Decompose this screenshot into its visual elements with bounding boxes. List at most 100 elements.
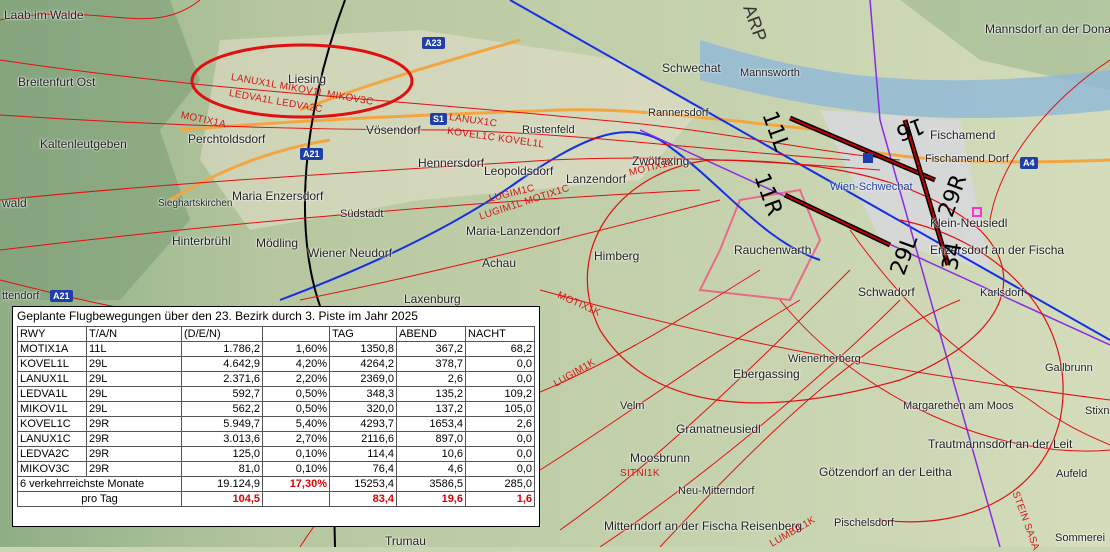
highway-shield-a21-west: A21 — [50, 290, 73, 302]
cell-nacht: 2,6 — [465, 416, 535, 432]
place-neu-mitterndorf: Neu-Mitterndorf — [678, 485, 755, 497]
place-ebergassing: Ebergassing — [733, 367, 800, 381]
place-wien-schwechat: Wien-Schwechat — [830, 181, 913, 193]
cell-tag: 76,4 — [329, 461, 397, 477]
cell-runway: 29R — [86, 461, 182, 477]
place-breitenfurt: Breitenfurt Ost — [18, 75, 96, 89]
place-suedstadt: Südstadt — [340, 208, 384, 220]
highway-shield-a4: A4 — [1020, 157, 1038, 169]
cell-den: 592,7 — [181, 386, 263, 402]
perday-label: pro Tag — [17, 491, 182, 507]
highway-shield-s1: S1 — [430, 113, 448, 125]
cell-nacht: 0,0 — [465, 431, 535, 447]
route-label-sitni1k: SITNI1K — [620, 468, 660, 479]
table-row: LEDVA2C 29R 125,0 0,10% 114,4 10,6 0,0 — [17, 446, 535, 462]
cell-abend: 137,2 — [396, 401, 466, 417]
cell-abend: 4,6 — [396, 461, 466, 477]
place-goetzendorf: Götzendorf an der Leitha — [819, 465, 952, 479]
place-sieghartskirchen: Sieghartskirchen — [158, 198, 233, 209]
cell-tag: 2369,0 — [329, 371, 397, 387]
cell-pct: 2,70% — [262, 431, 330, 447]
cell-route: LEDVA2C — [17, 446, 87, 462]
cell-den: 1.786,2 — [181, 341, 263, 357]
cell-pct: 0,10% — [262, 446, 330, 462]
place-laab: Laab im Walde — [4, 8, 84, 22]
perday-nacht: 1,6 — [465, 491, 535, 507]
place-moosbrunn: Moosbrunn — [630, 451, 691, 465]
place-ttendorf: ttendorf — [2, 290, 40, 302]
place-velm: Velm — [620, 400, 645, 412]
place-himberg: Himberg — [594, 249, 640, 263]
header-rwy: RWY — [17, 326, 87, 342]
table-row: LANUX1L 29L 2.371,6 2,20% 2369,0 2,6 0,0 — [17, 371, 535, 387]
perday-den: 104,5 — [181, 491, 263, 507]
place-klein-neusiedl: Klein-Neusiedl — [930, 216, 1008, 230]
cell-route: MIKOV3C — [17, 461, 87, 477]
cell-nacht: 105,0 — [465, 401, 535, 417]
cell-pct: 1,60% — [262, 341, 330, 357]
perday-abend: 19,6 — [396, 491, 466, 507]
cell-route: LANUX1C — [17, 431, 87, 447]
table-row: MOTIX1A 11L 1.786,2 1,60% 1350,8 367,2 68,2 — [17, 341, 535, 357]
place-lanzendorf: Lanzendorf — [566, 172, 627, 186]
place-mannswoerth: Mannswörth — [740, 67, 800, 79]
cell-nacht: 0,0 — [465, 461, 535, 477]
place-schwadorf: Schwadorf — [858, 285, 915, 299]
flight-movements-table: RWY T/A/N (D/E/N) TAG ABEND NACHT MOTIX1… — [17, 326, 535, 507]
place-moedling: Mödling — [256, 236, 299, 250]
place-wiener-neudorf: Wiener Neudorf — [308, 246, 393, 260]
place-fischamend-dorf: Fischamend Dorf — [925, 153, 1009, 165]
place-maria-enzersdorf: Maria Enzersdorf — [232, 189, 324, 203]
cell-route: KOVEL1C — [17, 416, 87, 432]
cell-nacht: 0,0 — [465, 371, 535, 387]
place-mannsdorf: Mannsdorf an der Donau — [985, 22, 1110, 36]
cell-nacht: 68,2 — [465, 341, 535, 357]
airport-marker — [863, 153, 873, 163]
summary-label: 6 verkehrreichste Monate — [17, 476, 182, 492]
place-gallbrunn: Gallbrunn — [1045, 362, 1093, 374]
cell-den: 5.949,7 — [181, 416, 263, 432]
summary-nacht: 285,0 — [465, 476, 535, 492]
perday-tag: 83,4 — [329, 491, 397, 507]
place-rustenfeld: Rustenfeld — [522, 124, 575, 136]
table-row: KOVEL1L 29L 4.642,9 4,20% 4264,2 378,7 0,0 — [17, 356, 535, 372]
table-header-row: RWY T/A/N (D/E/N) TAG ABEND NACHT — [17, 326, 535, 342]
cell-pct: 0,50% — [262, 401, 330, 417]
highway-shield-a21: A21 — [300, 148, 323, 160]
place-leopoldsdorf: Leopoldsdorf — [484, 164, 554, 178]
cell-den: 2.371,6 — [181, 371, 263, 387]
cell-abend: 10,6 — [396, 446, 466, 462]
cell-pct: 0,50% — [262, 386, 330, 402]
header-pct — [262, 326, 330, 342]
highway-shield-a23: A23 — [422, 37, 445, 49]
cell-route: MOTIX1A — [17, 341, 87, 357]
header-tan: T/A/N — [86, 326, 182, 342]
header-nacht: NACHT — [465, 326, 535, 342]
place-rannersdorf: Rannersdorf — [648, 107, 709, 119]
place-karlsdorf: Karlsdorf — [980, 287, 1025, 299]
place-schwechat: Schwechat — [662, 61, 721, 75]
place-margarethen: Margarethen am Moos — [903, 400, 1014, 412]
place-wald: wald — [2, 196, 27, 210]
flight-movements-table-panel: Geplante Flugbewegungen über den 23. Bez… — [12, 306, 540, 527]
cell-nacht: 0,0 — [465, 446, 535, 462]
cell-abend: 897,0 — [396, 431, 466, 447]
place-aufeld: Aufeld — [1056, 468, 1088, 480]
place-achau: Achau — [482, 256, 517, 270]
cell-runway: 29L — [86, 371, 182, 387]
cell-runway: 29R — [86, 446, 182, 462]
header-tag: TAG — [329, 326, 397, 342]
cell-abend: 1653,4 — [396, 416, 466, 432]
place-stixneusiedl: Stixn — [1085, 405, 1110, 417]
table-row: KOVEL1C 29R 5.949,7 5,40% 4293,7 1653,4 2,6 — [17, 416, 535, 432]
cell-route: MIKOV1L — [17, 401, 87, 417]
cell-runway: 29R — [86, 416, 182, 432]
cell-route: KOVEL1L — [17, 356, 87, 372]
runway-label-34: 34 — [938, 240, 968, 273]
cell-nacht: 109,2 — [465, 386, 535, 402]
cell-den: 81,0 — [181, 461, 263, 477]
table-row: LANUX1C 29R 3.013,6 2,70% 2116,6 897,0 0,0 — [17, 431, 535, 447]
perday-empty — [262, 491, 330, 507]
table-row: MIKOV1L 29L 562,2 0,50% 320,0 137,2 105,0 — [17, 401, 535, 417]
place-hennersdorf: Hennersdorf — [418, 156, 485, 170]
